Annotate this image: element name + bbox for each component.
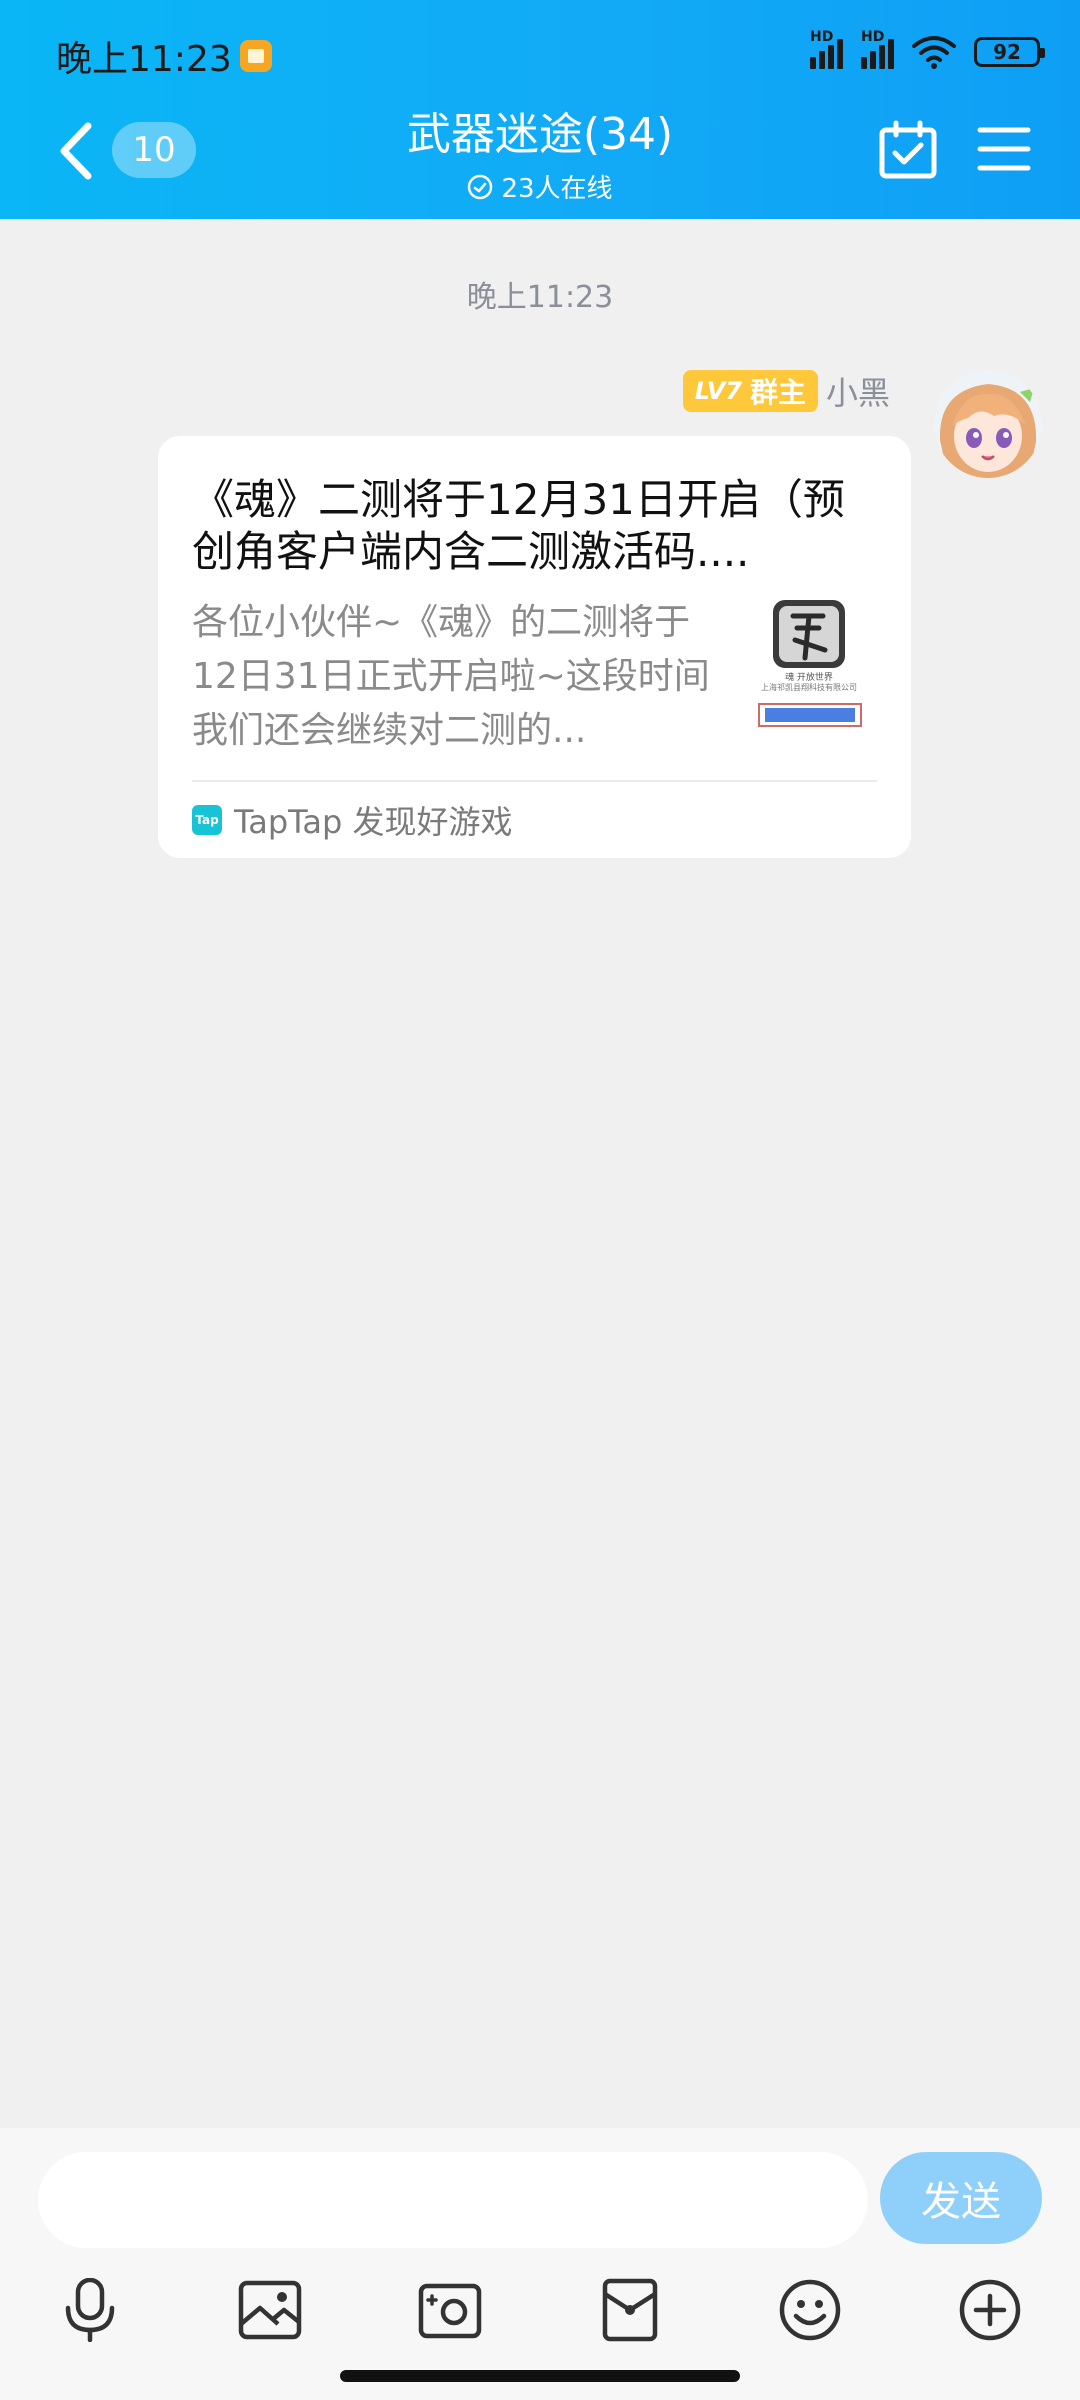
wifi-icon: [912, 36, 956, 69]
level-badge: LV7 群主: [682, 370, 818, 412]
online-check-icon: [468, 174, 493, 199]
link-share-card[interactable]: 《魂》二测将于12月31日开启（预创角客户端内含二测激活码.... 各位小伙伴~…: [158, 436, 911, 858]
send-button[interactable]: 发送: [880, 2152, 1042, 2244]
battery-indicator: 92: [974, 37, 1045, 67]
chevron-left-icon: [60, 122, 92, 180]
status-time: 晚上11:23: [56, 30, 272, 82]
hamburger-menu-icon: [977, 127, 1031, 171]
message-input[interactable]: [38, 2152, 868, 2248]
battery-level: 92: [993, 40, 1021, 64]
card-description: 各位小伙伴~《魂》的二测将于12日31日正式开启啦~这段时间我们还会继续对二测的…: [192, 602, 710, 751]
page-title: 武器迷途(34): [406, 109, 674, 160]
sender-name[interactable]: 小黑: [826, 368, 890, 414]
hd-label: HD: [810, 29, 834, 45]
card-title: 《魂》二测将于12月31日开启（预创角客户端内含二测激活码....: [192, 475, 845, 576]
game-logo-image: [758, 600, 862, 727]
level-label: LV7: [694, 377, 742, 405]
role-label: 群主: [749, 376, 806, 409]
card-divider: [192, 780, 877, 782]
emoji-button[interactable]: [768, 2268, 852, 2352]
more-button[interactable]: [948, 2268, 1032, 2352]
status-time-text: 晚上11:23: [56, 39, 232, 80]
back-button[interactable]: [50, 118, 100, 184]
anime-avatar-image: [934, 370, 1042, 478]
sender-info: LV7 群主 小黑: [682, 368, 890, 414]
camera-icon: [418, 2283, 482, 2339]
taptap-logo-icon: Tap: [192, 805, 222, 835]
notes-app-icon: [239, 40, 272, 72]
chat-title-block[interactable]: 武器迷途(34) 23人在线: [240, 98, 840, 205]
card-thumbnail: 魂 开放世界 上海祁凯县翔科技有限公司: [735, 594, 883, 734]
camera-button[interactable]: [408, 2268, 492, 2352]
signal-icon-2: HD: [861, 29, 894, 69]
plus-icon: [959, 2279, 1021, 2341]
menu-button[interactable]: [976, 124, 1032, 174]
composer-toolbar: [0, 2268, 1080, 2352]
home-indicator[interactable]: [340, 2370, 740, 2382]
microphone-icon: [65, 2278, 115, 2342]
message-timestamp: 晚上11:23: [466, 280, 614, 315]
calendar-checkin-button[interactable]: [878, 120, 938, 180]
avatar[interactable]: [934, 370, 1042, 478]
red-packet-button[interactable]: [588, 2268, 672, 2352]
unread-count-badge[interactable]: 10: [112, 122, 196, 178]
calendar-check-icon: [879, 120, 937, 179]
emoji-icon: [779, 2279, 841, 2341]
hd-label-2: HD: [861, 29, 885, 45]
online-count: 23人在线: [501, 174, 613, 204]
red-packet-icon: [602, 2278, 658, 2342]
status-indicators: HD HD 92: [810, 29, 1045, 74]
card-source: Tap TapTap 发现好游戏: [192, 798, 513, 842]
card-source-label: TapTap 发现好游戏: [234, 803, 513, 841]
system-nav-area: [0, 2352, 1080, 2400]
chat-header: 晚上11:23 HD HD 92 10 武器迷途(34) 23人在线: [0, 0, 1080, 219]
image-button[interactable]: [228, 2268, 312, 2352]
thumbnail-company: 上海祁凯县翔科技有限公司: [761, 683, 857, 692]
voice-button[interactable]: [48, 2268, 132, 2352]
image-icon: [238, 2280, 302, 2340]
online-status: 23人在线: [240, 168, 840, 205]
signal-icon: HD: [810, 29, 843, 69]
composer-bar: 发送: [0, 2128, 1080, 2352]
